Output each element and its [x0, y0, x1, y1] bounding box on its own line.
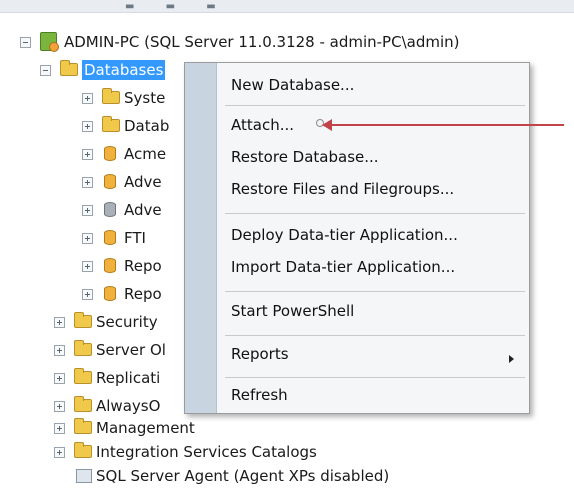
- menu-separator: [225, 213, 525, 214]
- tree-node-database[interactable]: Adve: [0, 168, 184, 196]
- expand-toggle[interactable]: [82, 93, 93, 104]
- tree-node-label: AlwaysO: [96, 397, 161, 415]
- expand-toggle[interactable]: [54, 401, 65, 412]
- tree-node-label: FTI: [124, 229, 146, 247]
- menu-item-start-powershell[interactable]: Start PowerShell: [231, 299, 354, 323]
- expand-toggle[interactable]: [54, 317, 65, 328]
- expand-toggle[interactable]: [54, 447, 65, 458]
- expand-toggle[interactable]: [82, 261, 93, 272]
- folder-icon: [74, 368, 92, 384]
- folder-icon: [102, 116, 120, 132]
- menu-separator: [225, 105, 525, 106]
- menu-icon-gutter: [185, 63, 217, 413]
- menu-item-deploy-data-tier[interactable]: Deploy Data-tier Application...: [231, 223, 458, 247]
- menu-item-import-data-tier[interactable]: Import Data-tier Application...: [231, 255, 455, 279]
- expand-toggle[interactable]: [54, 373, 65, 384]
- tree-node-label: Repo: [124, 257, 162, 275]
- menu-item-reports[interactable]: Reports: [231, 342, 289, 366]
- tree-node-label: Acme: [124, 145, 167, 163]
- menu-item-restore-database[interactable]: Restore Database...: [231, 145, 379, 169]
- agent-icon: [76, 469, 92, 483]
- tree-node-databases[interactable]: Databases: [0, 56, 200, 84]
- tree-node-label: Security: [96, 313, 158, 331]
- server-icon: [40, 32, 59, 52]
- collapse-toggle[interactable]: [20, 37, 31, 48]
- tree-node-database[interactable]: Repo: [0, 280, 184, 308]
- database-offline-icon: [104, 202, 116, 217]
- expand-toggle[interactable]: [82, 177, 93, 188]
- tree-node-label: Server Ol: [96, 341, 166, 359]
- menu-item-refresh[interactable]: Refresh: [231, 383, 288, 407]
- tree-node-sql-server-agent[interactable]: SQL Server Agent (Agent XPs disabled): [0, 462, 460, 490]
- menu-separator: [225, 335, 525, 336]
- tree-node-label: Adve: [124, 201, 162, 219]
- menu-item-restore-files-filegroups[interactable]: Restore Files and Filegroups...: [231, 177, 454, 201]
- tree-node-label: Management: [96, 419, 195, 437]
- submenu-arrow-icon: [509, 355, 514, 363]
- tree-node-server-objects[interactable]: Server Ol: [0, 336, 184, 364]
- tree-node-label: Replicati: [96, 369, 161, 387]
- tree-node-system-databases[interactable]: Syste: [0, 84, 184, 112]
- tree-node-database[interactable]: Repo: [0, 252, 184, 280]
- database-icon: [104, 230, 116, 245]
- collapse-toggle[interactable]: [40, 65, 51, 76]
- expand-toggle[interactable]: [82, 121, 93, 132]
- folder-icon: [74, 312, 92, 328]
- tree-node-database[interactable]: Adve: [0, 196, 184, 224]
- expand-toggle[interactable]: [54, 423, 65, 434]
- annotation-arrow: [328, 124, 564, 126]
- expand-toggle[interactable]: [54, 345, 65, 356]
- tree-node-label: Syste: [124, 89, 166, 107]
- tree-node-database-snapshots[interactable]: Datab: [0, 112, 184, 140]
- menu-item-new-database[interactable]: New Database...: [231, 73, 354, 97]
- tree-node-database[interactable]: FTI: [0, 224, 184, 252]
- folder-icon: [102, 88, 120, 104]
- expand-toggle[interactable]: [82, 289, 93, 300]
- database-icon: [104, 174, 116, 189]
- database-icon: [104, 258, 116, 273]
- expand-toggle[interactable]: [82, 205, 93, 216]
- toolbar-icons: ▬ ▬ ▬: [125, 1, 230, 12]
- context-menu: New Database... Attach... Restore Databa…: [184, 62, 530, 414]
- menu-separator: [225, 377, 525, 378]
- tree-node-label: Adve: [124, 173, 162, 191]
- tree-node-label: Repo: [124, 285, 162, 303]
- tree-node-label: Datab: [124, 117, 170, 135]
- tree-node-replication[interactable]: Replicati: [0, 364, 184, 392]
- folder-icon: [74, 418, 92, 434]
- database-icon: [104, 286, 116, 301]
- menu-separator: [225, 291, 525, 292]
- tree-node-security[interactable]: Security: [0, 308, 184, 336]
- annotation-arrowhead-icon: [322, 119, 332, 131]
- server-label: ADMIN-PC (SQL Server 11.0.3128 - admin-P…: [64, 33, 460, 51]
- folder-icon: [60, 60, 78, 76]
- database-icon: [104, 146, 116, 161]
- databases-label: Databases: [82, 60, 166, 80]
- folder-icon: [74, 442, 92, 458]
- tree-node-server[interactable]: ADMIN-PC (SQL Server 11.0.3128 - admin-P…: [0, 28, 560, 56]
- folder-icon: [74, 340, 92, 356]
- expand-toggle[interactable]: [82, 233, 93, 244]
- tree-node-label: SQL Server Agent (Agent XPs disabled): [96, 467, 390, 485]
- expand-toggle[interactable]: [82, 149, 93, 160]
- tree-node-database[interactable]: Acme: [0, 140, 184, 168]
- menu-item-attach[interactable]: Attach...: [231, 113, 294, 137]
- tree-node-label: Integration Services Catalogs: [96, 443, 317, 461]
- folder-icon: [74, 396, 92, 412]
